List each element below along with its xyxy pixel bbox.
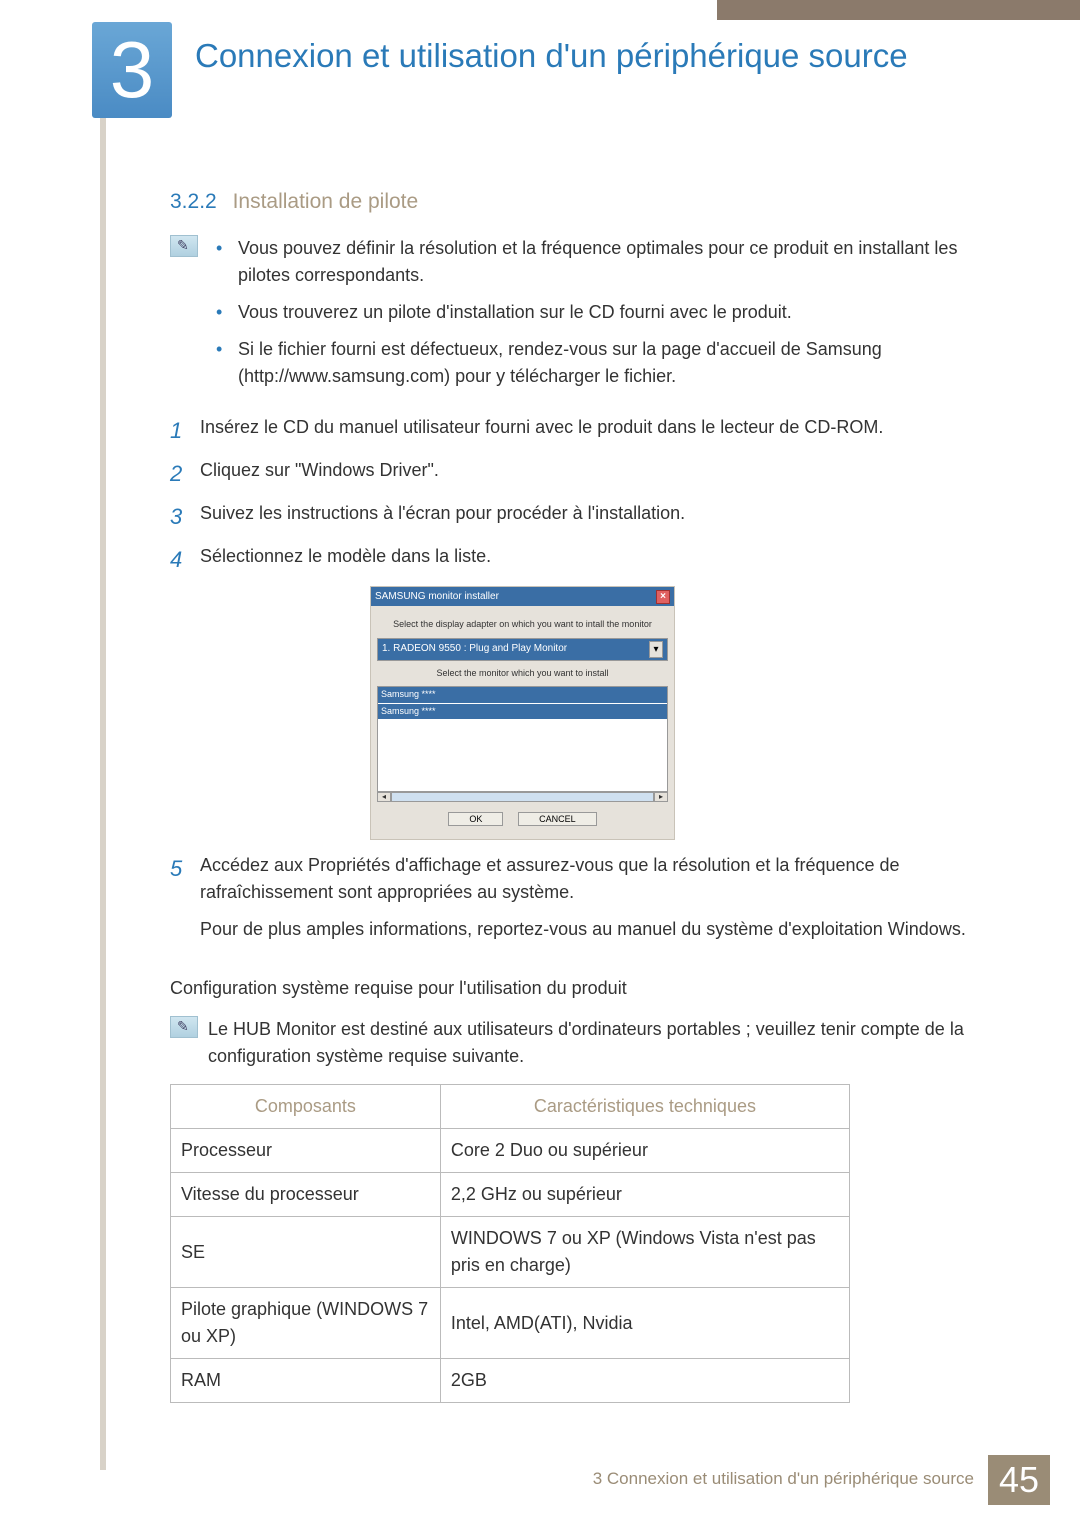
chapter-number-box: 3 (92, 22, 172, 118)
table-row: ProcesseurCore 2 Duo ou supérieur (171, 1129, 850, 1173)
sysreq-heading: Configuration système requise pour l'uti… (170, 975, 990, 1002)
note1-item: Vous trouverez un pilote d'installation … (238, 299, 990, 326)
scroll-right-icon: ▸ (654, 792, 668, 802)
installer-label-2: Select the monitor which you want to ins… (377, 667, 668, 681)
ok-button: OK (448, 812, 503, 826)
note-block-2: Le HUB Monitor est destiné aux utilisate… (170, 1016, 990, 1070)
installer-screenshot: SAMSUNG monitor installer × Select the d… (370, 586, 675, 840)
footer-chapter-text: 3 Connexion et utilisation d'un périphér… (593, 1455, 988, 1505)
note2-text: Le HUB Monitor est destiné aux utilisate… (208, 1019, 964, 1066)
section-heading: 3.2.2 Installation de pilote (170, 190, 418, 214)
table-header-specs: Caractéristiques techniques (440, 1085, 849, 1129)
section-number: 3.2.2 (170, 190, 217, 213)
note1-item: Vous pouvez définir la résolution et la … (238, 235, 990, 289)
list-item: Samsung **** (378, 704, 667, 721)
table-row: Pilote graphique (WINDOWS 7 ou XP)Intel,… (171, 1288, 850, 1359)
table-cell: Pilote graphique (WINDOWS 7 ou XP) (171, 1288, 441, 1359)
table-cell: Core 2 Duo ou supérieur (440, 1129, 849, 1173)
header-accent-bar (717, 0, 1080, 20)
ordered-steps: 1Insérez le CD du manuel utilisateur fou… (170, 414, 990, 576)
step-item: 3Suivez les instructions à l'écran pour … (170, 500, 990, 533)
table-row: Vitesse du processeur2,2 GHz ou supérieu… (171, 1173, 850, 1217)
left-margin-stripe (100, 30, 106, 1470)
system-requirements-table: Composants Caractéristiques techniques P… (170, 1084, 850, 1403)
note1-item: Si le fichier fourni est défectueux, ren… (238, 336, 990, 390)
scroll-left-icon: ◂ (377, 792, 391, 802)
chapter-title: Connexion et utilisation d'un périphériq… (195, 38, 995, 74)
page-footer: 3 Connexion et utilisation d'un périphér… (593, 1455, 1050, 1505)
installer-select-value: 1. RADEON 9550 : Plug and Play Monitor (382, 641, 567, 658)
chevron-down-icon: ▾ (649, 641, 663, 658)
step-text: Insérez le CD du manuel utilisateur four… (200, 414, 990, 447)
table-cell: Intel, AMD(ATI), Nvidia (440, 1288, 849, 1359)
table-cell: Vitesse du processeur (171, 1173, 441, 1217)
step-item: 1Insérez le CD du manuel utilisateur fou… (170, 414, 990, 447)
table-header-components: Composants (171, 1085, 441, 1129)
scrollbar-track (391, 792, 654, 802)
section-title: Installation de pilote (233, 190, 419, 213)
step-subtext: Pour de plus amples informations, report… (200, 916, 990, 943)
cancel-button: CANCEL (518, 812, 597, 826)
list-item: Samsung **** (378, 687, 667, 704)
footer-page-number: 45 (988, 1455, 1050, 1505)
installer-title: SAMSUNG monitor installer (375, 589, 499, 604)
step-item: 5 Accédez aux Propriétés d'affichage et … (170, 852, 990, 953)
note-icon (170, 235, 198, 257)
table-cell: RAM (171, 1359, 441, 1403)
installer-adapter-select: 1. RADEON 9550 : Plug and Play Monitor ▾ (377, 638, 668, 661)
table-cell: WINDOWS 7 ou XP (Windows Vista n'est pas… (440, 1217, 849, 1288)
table-row: RAM2GB (171, 1359, 850, 1403)
table-cell: 2,2 GHz ou supérieur (440, 1173, 849, 1217)
table-row: SEWINDOWS 7 ou XP (Windows Vista n'est p… (171, 1217, 850, 1288)
step-item: 2Cliquez sur "Windows Driver". (170, 457, 990, 490)
table-cell: 2GB (440, 1359, 849, 1403)
step-text: Cliquez sur "Windows Driver". (200, 457, 990, 490)
step-text: Accédez aux Propriétés d'affichage et as… (200, 855, 900, 902)
step-text: Suivez les instructions à l'écran pour p… (200, 500, 990, 533)
table-cell: SE (171, 1217, 441, 1288)
installer-label-1: Select the display adapter on which you … (377, 618, 668, 632)
step-text: Sélectionnez le modèle dans la liste. (200, 543, 990, 576)
close-icon: × (656, 590, 670, 604)
note-icon (170, 1016, 198, 1038)
ordered-steps-continued: 5 Accédez aux Propriétés d'affichage et … (170, 852, 990, 953)
note-block-1: Vous pouvez définir la résolution et la … (170, 235, 990, 400)
installer-monitor-list: Samsung **** Samsung **** (377, 686, 668, 792)
step-number: 5 (170, 852, 200, 953)
step-item: 4Sélectionnez le modèle dans la liste. (170, 543, 990, 576)
table-cell: Processeur (171, 1129, 441, 1173)
